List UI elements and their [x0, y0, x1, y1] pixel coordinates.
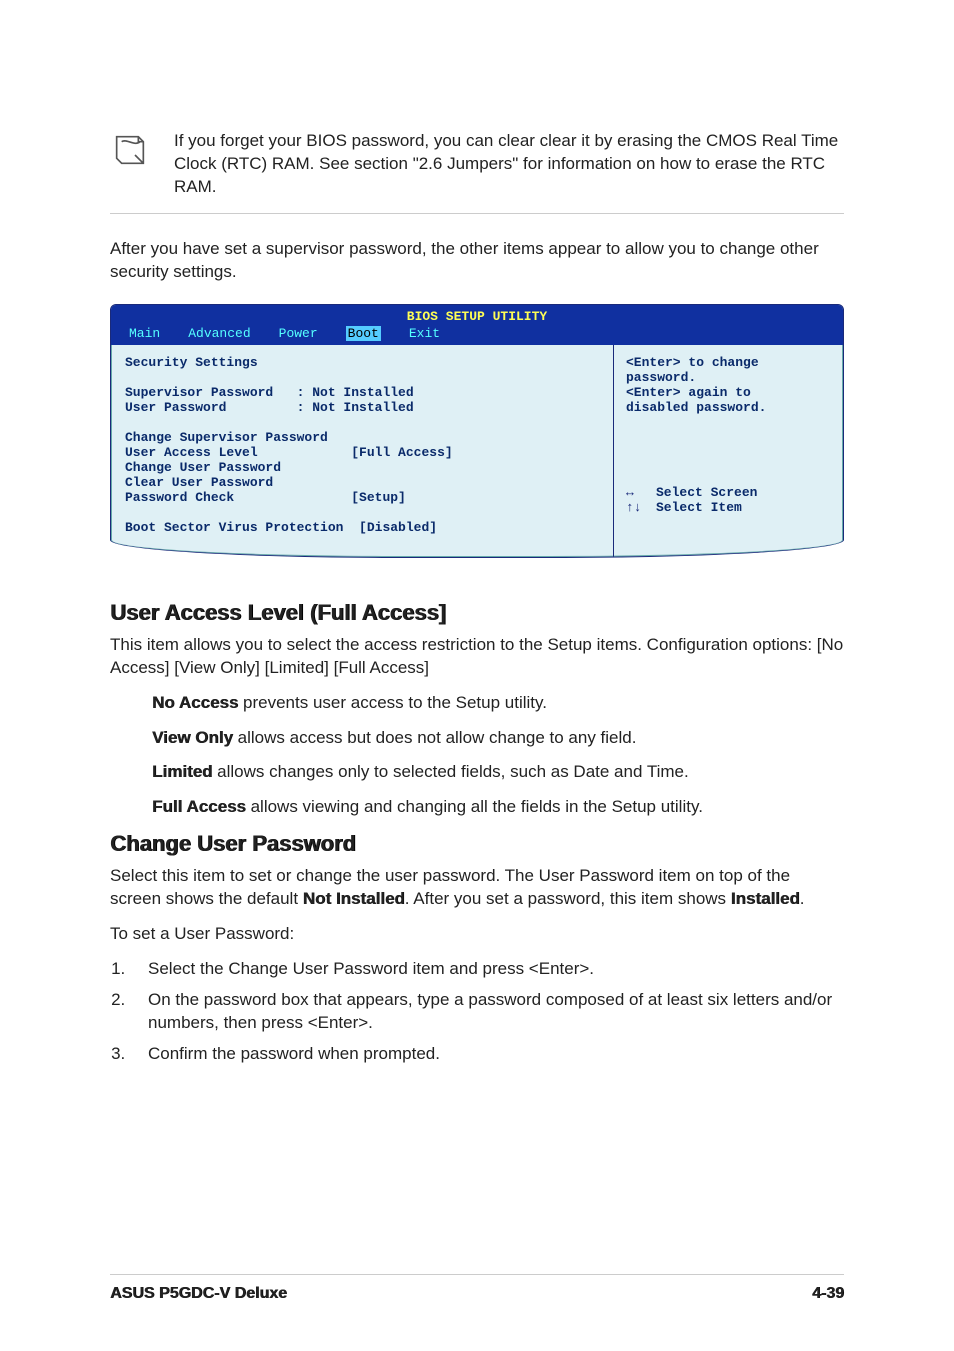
def-limited: Limited allows changes only to selected … [152, 761, 844, 784]
bios-item-password-check[interactable]: Password Check [Setup] [125, 490, 599, 505]
bios-tabs: Main Advanced Power Boot Exit [121, 326, 833, 341]
bios-tab-exit[interactable]: Exit [409, 326, 440, 341]
bios-item-change-supervisor[interactable]: Change Supervisor Password [125, 430, 599, 445]
bios-help-l1: <Enter> to change [626, 355, 831, 370]
bios-top-bar: BIOS SETUP UTILITY Main Advanced Power B… [111, 305, 843, 345]
heading-change-user-password: Change User Password [110, 831, 844, 857]
step-3: Confirm the password when prompted. [130, 1043, 844, 1066]
change-user-password-desc: Select this item to set or change the us… [110, 865, 844, 911]
note-icon [110, 130, 150, 175]
page-footer: ASUS P5GDC-V Deluxe 4-39 [110, 1274, 844, 1303]
bios-help-l2: password. [626, 370, 831, 385]
bios-status-supervisor: Supervisor Password : Not Installed [125, 385, 599, 400]
bios-item-boot-sector[interactable]: Boot Sector Virus Protection [Disabled] [125, 520, 599, 535]
step-2: On the password box that appears, type a… [130, 989, 844, 1035]
bios-help-panel: <Enter> to change password. <Enter> agai… [613, 345, 843, 557]
user-access-level-desc: This item allows you to select the acces… [110, 634, 844, 680]
bios-tab-boot[interactable]: Boot [346, 326, 381, 341]
bios-screenshot: BIOS SETUP UTILITY Main Advanced Power B… [110, 304, 844, 558]
bios-tab-power[interactable]: Power [279, 326, 318, 341]
step-1: Select the Change User Password item and… [130, 958, 844, 981]
def-view-only: View Only allows access but does not all… [152, 727, 844, 750]
arrows-lr-icon: ↔ [626, 485, 644, 500]
bios-tab-main[interactable]: Main [129, 326, 160, 341]
bios-nav-select-item: ↑↓ Select Item [626, 500, 831, 515]
bios-help-l4: disabled password. [626, 400, 831, 415]
arrows-ud-icon: ↑↓ [626, 500, 644, 515]
def-no-access: No Access prevents user access to the Se… [152, 692, 844, 715]
bios-tab-advanced[interactable]: Advanced [188, 326, 250, 341]
intro-paragraph: After you have set a supervisor password… [110, 238, 844, 284]
note-text: If you forget your BIOS password, you ca… [174, 130, 844, 199]
bios-status-user: User Password : Not Installed [125, 400, 599, 415]
note-block: If you forget your BIOS password, you ca… [110, 130, 844, 214]
to-set-user-password: To set a User Password: [110, 923, 844, 946]
bios-item-change-user[interactable]: Change User Password [125, 460, 599, 475]
bios-section-header: Security Settings [125, 355, 599, 370]
bios-title: BIOS SETUP UTILITY [121, 309, 833, 324]
bios-left-panel: Security Settings Supervisor Password : … [111, 345, 613, 557]
def-full-access: Full Access allows viewing and changing … [152, 796, 844, 819]
steps-list: Select the Change User Password item and… [130, 958, 844, 1066]
footer-page-number: 4-39 [812, 1285, 844, 1303]
footer-product: ASUS P5GDC-V Deluxe [110, 1285, 287, 1303]
bios-nav-select-screen: ↔ Select Screen [626, 485, 831, 500]
bios-help-l3: <Enter> again to [626, 385, 831, 400]
bios-item-user-access-level[interactable]: User Access Level [Full Access] [125, 445, 599, 460]
bios-item-clear-user[interactable]: Clear User Password [125, 475, 599, 490]
heading-user-access-level: User Access Level (Full Access] [110, 600, 844, 626]
